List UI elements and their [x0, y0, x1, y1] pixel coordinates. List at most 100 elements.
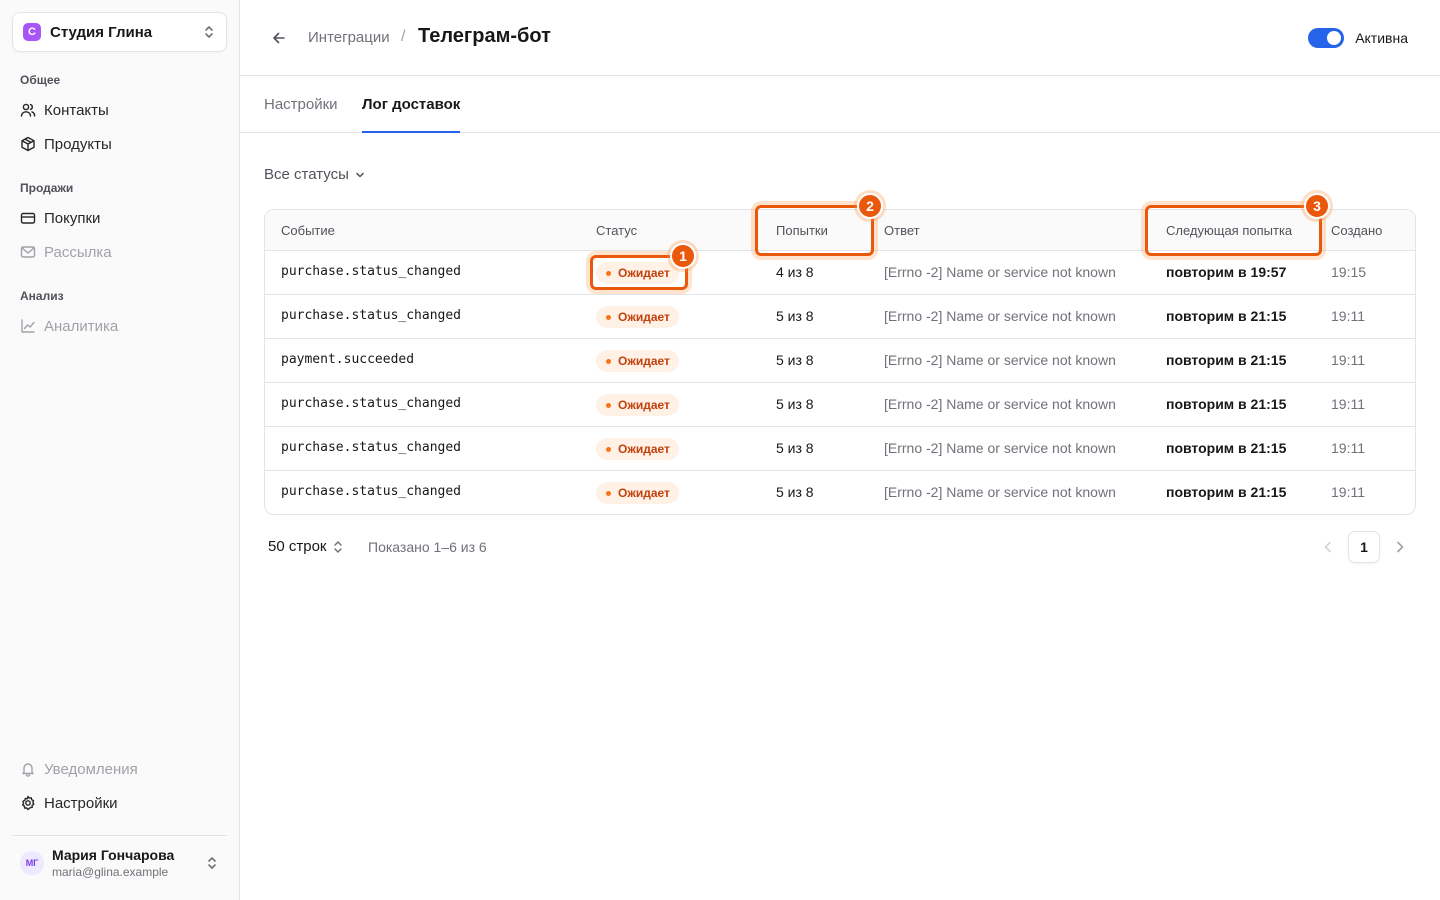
marker-3: 3 — [1304, 193, 1330, 219]
rows-per-page-label: 50 строк — [268, 538, 327, 555]
event-cell: payment.succeeded — [281, 352, 415, 367]
sidebar-item-label: Настройки — [44, 794, 118, 812]
attempts-cell: 5 из 8 — [776, 352, 814, 368]
column-header-attempts: Попытки — [776, 223, 828, 238]
chevron-right-icon[interactable] — [1392, 539, 1408, 555]
created-cell: 19:11 — [1331, 484, 1365, 500]
event-cell: purchase.status_changed — [281, 308, 462, 323]
table-row[interactable]: purchase.status_changed Ожидает 5 из 8 [… — [265, 383, 1415, 427]
avatar: МГ — [20, 850, 44, 875]
back-arrow-icon[interactable] — [270, 29, 288, 47]
created-cell: 19:11 — [1331, 308, 1365, 324]
marker-1: 1 — [670, 243, 696, 269]
delivery-log-table: Событие Статус Попытки Ответ Следующая п… — [264, 209, 1416, 515]
status-badge: Ожидает — [596, 262, 679, 284]
active-toggle[interactable] — [1308, 28, 1344, 48]
sidebar-item-label: Аналитика — [44, 317, 119, 335]
response-cell: [Errno -2] Name or service not known — [884, 352, 1116, 368]
created-cell: 19:11 — [1331, 352, 1365, 368]
chevron-left-icon[interactable] — [1320, 539, 1336, 555]
status-badge: Ожидает — [596, 306, 679, 328]
breadcrumb-separator: / — [401, 28, 406, 45]
workspace-logo: С — [23, 23, 41, 41]
status-dot — [606, 490, 611, 496]
mail-icon — [20, 246, 36, 258]
sidebar-item-label: Уведомления — [44, 760, 138, 778]
attempts-cell: 5 из 8 — [776, 308, 814, 324]
user-name: Мария Гончарова — [52, 846, 175, 863]
table-row[interactable]: purchase.status_changed Ожидает 4 из 8 [… — [265, 251, 1415, 295]
next-attempt-cell: повторим в 21:15 — [1166, 308, 1287, 324]
sidebar-item-products[interactable]: Продукты — [20, 130, 220, 158]
status-filter-dropdown[interactable]: Все статусы — [264, 166, 366, 183]
event-cell: purchase.status_changed — [281, 264, 462, 279]
event-cell: purchase.status_changed — [281, 440, 462, 455]
status-dot — [606, 270, 611, 276]
status-dot — [606, 446, 611, 452]
sidebar-item-label: Продукты — [44, 135, 112, 153]
status-badge: Ожидает — [596, 394, 679, 416]
status-badge-label: Ожидает — [618, 310, 670, 324]
column-header-event: Событие — [281, 223, 335, 238]
created-cell: 19:11 — [1331, 396, 1365, 412]
status-dot — [606, 402, 611, 408]
sidebar-item-purchases[interactable]: Покупки — [20, 204, 220, 232]
column-header-created: Создано — [1331, 223, 1383, 238]
created-cell: 19:15 — [1331, 264, 1367, 280]
event-cell: purchase.status_changed — [281, 396, 462, 411]
card-icon — [20, 212, 36, 224]
status-badge: Ожидает — [596, 438, 679, 460]
event-cell: purchase.status_changed — [281, 484, 462, 499]
attempts-cell: 5 из 8 — [776, 440, 814, 456]
sidebar-item-notifications[interactable]: Уведомления — [20, 755, 220, 783]
page-title: Телеграм-бот — [418, 25, 551, 47]
status-dot — [606, 314, 611, 320]
section-label-sales: Продажи — [20, 181, 74, 195]
tab-bar: Настройки Лог доставок — [240, 76, 1440, 133]
sidebar-item-mailing[interactable]: Рассылка — [20, 238, 220, 266]
sidebar-item-label: Рассылка — [44, 243, 112, 261]
user-email: maria@glina.example — [52, 864, 169, 879]
section-label-analysis: Анализ — [20, 289, 64, 303]
response-cell: [Errno -2] Name or service not known — [884, 264, 1116, 280]
sidebar-item-analytics[interactable]: Аналитика — [20, 312, 220, 340]
tab-settings[interactable]: Настройки — [264, 96, 338, 133]
sidebar-item-settings[interactable]: Настройки — [20, 789, 220, 817]
chevron-updown-icon — [334, 540, 343, 553]
marker-2: 2 — [857, 193, 883, 219]
workspace-switcher[interactable]: С Студия Глина — [12, 12, 227, 52]
rows-per-page-select[interactable]: 50 строк — [268, 538, 344, 555]
column-header-status: Статус — [596, 223, 638, 238]
attempts-cell: 5 из 8 — [776, 396, 814, 412]
table-row[interactable]: purchase.status_changed Ожидает 5 из 8 [… — [265, 295, 1415, 339]
status-badge-label: Ожидает — [618, 398, 670, 412]
status-badge: Ожидает — [596, 350, 679, 372]
table-row[interactable]: purchase.status_changed Ожидает 5 из 8 [… — [265, 427, 1415, 471]
table-row[interactable]: payment.succeeded Ожидает 5 из 8 [Errno … — [265, 339, 1415, 383]
sidebar-item-contacts[interactable]: Контакты — [20, 96, 220, 124]
page-number-button[interactable]: 1 — [1348, 531, 1380, 563]
tab-delivery-log[interactable]: Лог доставок — [362, 96, 461, 133]
attempts-cell: 5 из 8 — [776, 484, 814, 500]
page-header: Интеграции / Телеграм-бот Активна — [240, 0, 1440, 76]
breadcrumb-integrations[interactable]: Интеграции — [308, 29, 390, 46]
section-label-general: Общее — [20, 73, 61, 87]
chart-icon — [21, 319, 35, 333]
created-cell: 19:11 — [1331, 440, 1365, 456]
box-icon — [21, 136, 35, 152]
user-menu[interactable]: МГ Мария Гончарова maria@glina.example — [12, 835, 227, 889]
table-header: Событие Статус Попытки Ответ Следующая п… — [265, 210, 1415, 251]
chevron-updown-icon — [205, 26, 213, 38]
response-cell: [Errno -2] Name or service not known — [884, 484, 1116, 500]
active-toggle-label: Активна — [1355, 30, 1408, 46]
response-cell: [Errno -2] Name or service not known — [884, 308, 1116, 324]
workspace-name: Студия Глина — [50, 23, 153, 41]
gear-icon — [22, 795, 35, 811]
next-attempt-cell: повторим в 21:15 — [1166, 484, 1287, 500]
users-icon — [20, 103, 36, 117]
shown-range-text: Показано 1–6 из 6 — [368, 539, 487, 555]
next-attempt-cell: повторим в 19:57 — [1166, 264, 1287, 280]
status-dot — [606, 358, 611, 364]
status-badge-label: Ожидает — [618, 442, 670, 456]
table-row[interactable]: purchase.status_changed Ожидает 5 из 8 [… — [265, 471, 1415, 514]
